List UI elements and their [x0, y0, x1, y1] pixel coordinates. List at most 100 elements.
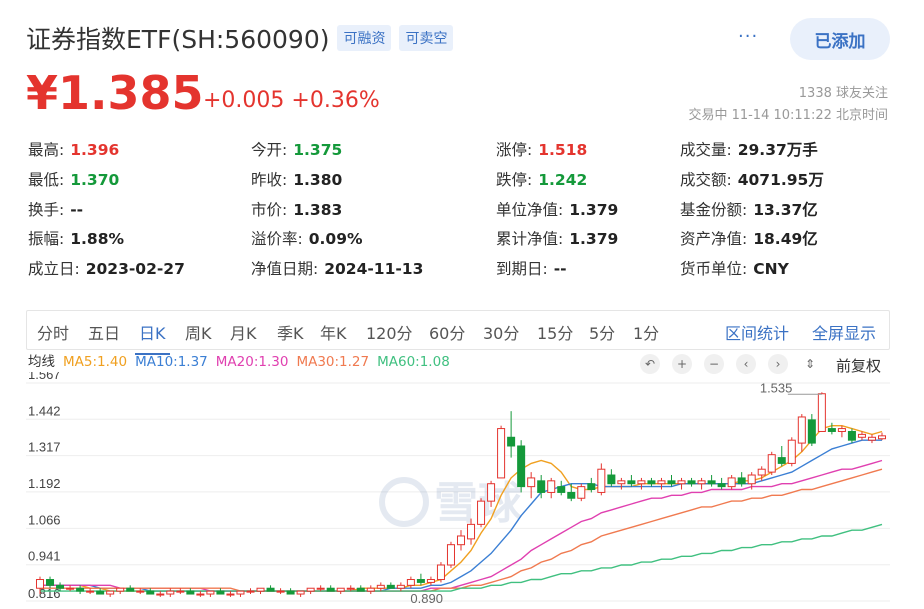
watermark-icon [379, 477, 429, 527]
stat-value: 1.88% [70, 230, 125, 248]
legend-item: MA60:1.08 [377, 354, 450, 370]
fullscreen-link[interactable]: 全屏显示 [812, 320, 876, 344]
stat-item: 单位净值: 1.379 [496, 198, 618, 220]
stat-label: 成交量: [680, 141, 732, 159]
candle-body [657, 480, 666, 485]
high-marker-label: 1.535 [760, 380, 793, 395]
y-tick-label: 1.442 [28, 403, 61, 418]
tab-period[interactable]: 年K [320, 320, 347, 344]
scroll-right-icon[interactable]: › [768, 354, 788, 374]
candle-body [116, 587, 125, 592]
candle-body [276, 590, 285, 593]
stat-value: 0.09% [308, 230, 363, 248]
tab-period[interactable]: 季K [277, 320, 304, 344]
candle-body [817, 393, 826, 432]
candle-body [376, 584, 385, 589]
stat-item: 振幅: 1.88% [28, 227, 124, 249]
stat-value: 29.37万手 [737, 141, 818, 159]
candle-body [737, 477, 746, 485]
candle-body [857, 433, 866, 438]
candle-body [76, 587, 85, 592]
stat-value: 1.396 [70, 141, 120, 159]
legend-item: MA30:1.27 [296, 354, 370, 370]
candle-body [106, 590, 115, 595]
stat-label: 振幅: [28, 230, 65, 248]
tab-period[interactable]: 15分 [537, 320, 573, 344]
stat-label: 基金份额: [680, 201, 748, 219]
candle-body [46, 579, 55, 586]
stat-label: 市价: [251, 201, 288, 219]
candle-body [306, 587, 315, 592]
tab-period[interactable]: 30分 [483, 320, 519, 344]
stat-item: 成交额: 4071.95万 [680, 168, 824, 190]
tab-period[interactable]: 60分 [429, 320, 465, 344]
low-marker-label: 0.890 [410, 591, 443, 606]
candle-body [126, 587, 135, 592]
stat-item: 溢价率: 0.09% [251, 227, 363, 249]
candle-body [446, 544, 455, 566]
stat-item: 最低: 1.370 [28, 168, 119, 190]
zoom-in-icon[interactable]: + [672, 354, 692, 374]
stat-value: 13.37亿 [753, 201, 818, 219]
range-stats-link[interactable]: 区间统计 [725, 320, 789, 344]
stat-label: 最低: [28, 171, 65, 189]
tab-period[interactable]: 120分 [366, 320, 413, 344]
price-change: +0.005 +0.36% [203, 88, 380, 113]
zoom-out-icon[interactable]: − [704, 354, 724, 374]
stat-item: 市价: 1.383 [251, 198, 342, 220]
candle-body [697, 480, 706, 485]
tab-period[interactable]: 月K [230, 320, 257, 344]
candle-body [597, 468, 606, 493]
tab-period[interactable]: 1分 [633, 320, 659, 344]
tab-period[interactable]: 周K [185, 320, 212, 344]
candle-body [436, 564, 445, 581]
tab-period[interactable]: 五日 [88, 320, 120, 344]
y-tick-label: 0.941 [28, 549, 61, 564]
candle-body [477, 500, 486, 525]
candle-body [667, 480, 676, 485]
candle-body [416, 579, 425, 583]
reset-icon[interactable]: ↶ [640, 354, 660, 374]
stat-label: 到期日: [496, 260, 548, 278]
scroll-left-icon[interactable]: ‹ [736, 354, 756, 374]
stat-item: 涨停: 1.518 [496, 138, 587, 160]
short-sell-tag[interactable]: 可卖空 [399, 25, 454, 51]
stat-value: -- [553, 260, 567, 278]
margin-tag[interactable]: 可融资 [337, 25, 392, 51]
stat-value: 1.379 [569, 230, 619, 248]
stat-label: 货币单位: [680, 260, 748, 278]
followers-count[interactable]: 1338 球友关注 [799, 82, 888, 101]
candle-body [497, 428, 506, 479]
candle-body [196, 593, 205, 596]
added-watchlist-button[interactable]: 已添加 [790, 18, 890, 60]
more-options-icon[interactable]: ··· [738, 26, 758, 47]
candle-body [537, 480, 546, 493]
candle-body [707, 480, 716, 485]
candle-body [757, 468, 766, 476]
candle-body [256, 587, 265, 592]
tab-period[interactable]: 5分 [589, 320, 615, 344]
candle-body [687, 480, 696, 485]
legend-item: MA10:1.37 [135, 354, 208, 370]
candle-body [577, 486, 586, 499]
stat-item: 昨收: 1.380 [251, 168, 342, 190]
candle-body [96, 590, 105, 595]
candle-body [206, 590, 215, 595]
stat-value: 4071.95万 [737, 171, 824, 189]
candle-body [487, 483, 496, 502]
tab-period[interactable]: 日K [135, 320, 169, 355]
candle-body [226, 593, 235, 596]
candle-body [316, 587, 325, 590]
legend-item: 均线 [28, 354, 55, 370]
stat-label: 成立日: [28, 260, 80, 278]
candle-body [166, 590, 175, 595]
kline-chart[interactable]: 1.5671.4421.3171.1921.0660.9410.816雪球1.5… [26, 372, 890, 609]
tab-period[interactable]: 分时 [37, 320, 69, 344]
trade-status: 交易中 11-14 10:11:22 北京时间 [688, 108, 888, 123]
candle-body [587, 483, 596, 491]
stat-value: 1.242 [538, 171, 588, 189]
candle-body [557, 486, 566, 493]
candle-body [647, 480, 656, 485]
adjust-icon[interactable]: ⇕ [800, 354, 820, 374]
stat-item: 今开: 1.375 [251, 138, 342, 160]
